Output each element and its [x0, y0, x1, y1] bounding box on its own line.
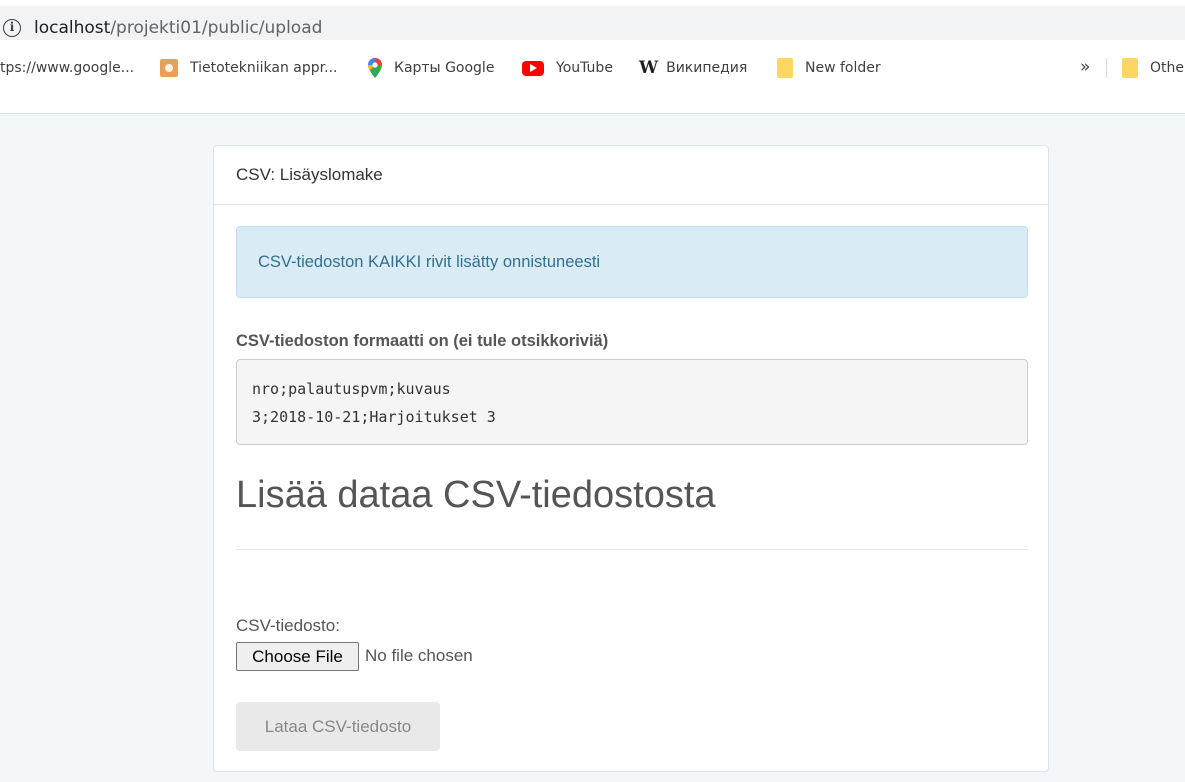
bookmarks-bar: tps://www.google... Tietotekniikan appr.… [0, 44, 1185, 114]
wikipedia-icon: W [639, 58, 659, 78]
url-host: localhost [34, 18, 111, 38]
card-header: CSV: Lisäyslomake [214, 146, 1048, 205]
google-maps-icon [368, 58, 382, 78]
bookmarks-overflow-button[interactable]: » [1080, 57, 1090, 77]
bookmarks-divider [1106, 58, 1107, 78]
alert-text: CSV-tiedoston KAIKKI rivit lisätty onnis… [258, 253, 601, 271]
choose-file-button[interactable]: Choose File [236, 642, 359, 671]
bookmark-label: Википедия [666, 60, 748, 76]
format-title: CSV-tiedoston formaatti on (ei tule otsi… [236, 332, 609, 350]
success-alert: CSV-tiedoston KAIKKI rivit lisätty onnis… [236, 226, 1028, 298]
bookmark-tietotekniikka[interactable]: Tietotekniikan appr... [160, 57, 337, 79]
bookmark-other[interactable]: Othe [1122, 57, 1184, 79]
url-path: /projekti01/public/upload [110, 18, 323, 38]
bookmark-maps[interactable]: Карты Google [368, 57, 494, 79]
format-code-block: nro;palautuspvm;kuvaus 3;2018-10-21;Harj… [236, 359, 1028, 445]
tietotekniikka-icon [160, 59, 178, 77]
folder-icon [777, 58, 793, 78]
site-info-icon[interactable]: i [3, 19, 21, 37]
youtube-icon [522, 60, 544, 76]
upload-card: CSV: Lisäyslomake CSV-tiedoston KAIKKI r… [213, 145, 1049, 772]
divider [236, 549, 1028, 550]
omnibox[interactable]: i localhost/projekti01/public/upload [0, 6, 1185, 40]
browser-address-bar: i localhost/projekti01/public/upload [0, 0, 1185, 44]
file-field-label: CSV-tiedosto: [236, 616, 340, 635]
bookmark-label: Карты Google [394, 60, 495, 76]
bookmark-label: New folder [805, 60, 881, 76]
bookmark-label: Othe [1150, 60, 1184, 76]
bookmark-wikipedia[interactable]: W Википедия [639, 57, 747, 79]
folder-icon [1122, 58, 1138, 78]
bookmark-google[interactable]: tps://www.google... [0, 57, 134, 79]
file-status-text: No file chosen [365, 646, 473, 665]
bookmark-label: Tietotekniikan appr... [190, 60, 338, 76]
bookmark-label: tps://www.google... [0, 60, 135, 76]
code-line: 3;2018-10-21;Harjoitukset 3 [252, 408, 496, 426]
bookmark-new-folder[interactable]: New folder [777, 57, 881, 79]
code-line: nro;palautuspvm;kuvaus [252, 380, 451, 398]
bookmark-youtube[interactable]: YouTube [522, 57, 613, 79]
card-title: CSV: Lisäyslomake [236, 165, 383, 184]
url-text[interactable]: localhost/projekti01/public/upload [34, 18, 322, 38]
bookmark-label: YouTube [556, 60, 613, 76]
page-heading: Lisää dataa CSV-tiedostosta [236, 474, 716, 516]
upload-csv-button[interactable]: Lataa CSV-tiedosto [236, 702, 440, 751]
